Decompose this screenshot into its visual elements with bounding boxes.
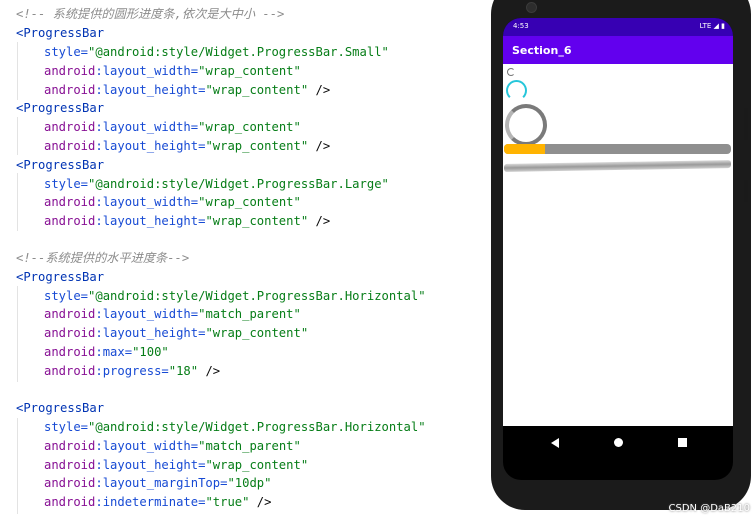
code-line: android:layout_height="wrap_content" /> bbox=[44, 214, 331, 228]
code-line: <ProgressBar bbox=[16, 101, 105, 115]
code-line: android:layout_width="wrap_content" bbox=[44, 195, 301, 209]
code-line: android:layout_height="wrap_content" bbox=[44, 458, 309, 472]
back-icon[interactable] bbox=[551, 438, 559, 448]
code-line: android:layout_height="wrap_content" /> bbox=[44, 139, 331, 153]
code-line: style="@android:style/Widget.ProgressBar… bbox=[44, 289, 426, 303]
code-line: <ProgressBar bbox=[16, 270, 105, 284]
indent-guide bbox=[17, 418, 18, 514]
progress-spinner-medium bbox=[506, 80, 527, 101]
progress-spinner-small bbox=[507, 68, 515, 76]
code-line: android:layout_width="wrap_content" bbox=[44, 120, 301, 134]
indent-guide bbox=[17, 117, 18, 155]
app-title: Section_6 bbox=[512, 44, 572, 57]
code-line: style="@android:style/Widget.ProgressBar… bbox=[44, 420, 426, 434]
recents-icon[interactable] bbox=[678, 438, 687, 447]
app-bar: Section_6 bbox=[503, 36, 733, 64]
status-icons: LTE ◢ ▮ bbox=[699, 22, 725, 30]
code-line: android:layout_width="wrap_content" bbox=[44, 64, 301, 78]
code-line: style="@android:style/Widget.ProgressBar… bbox=[44, 45, 389, 59]
code-line: android:layout_width="match_parent" bbox=[44, 307, 301, 321]
code-line: <ProgressBar bbox=[16, 26, 105, 40]
navigation-bar bbox=[503, 426, 733, 460]
horizontal-progress-fill bbox=[504, 144, 545, 154]
watermark: CSDN @DaB210 bbox=[668, 503, 750, 514]
code-line: android:layout_height="wrap_content" bbox=[44, 326, 309, 340]
code-editor: <!-- 系统提供的圆形进度条,依次是大中小 --> <ProgressBar … bbox=[0, 0, 488, 520]
code-line: style="@android:style/Widget.ProgressBar… bbox=[44, 177, 389, 191]
app-content bbox=[503, 64, 733, 426]
indent-guide bbox=[17, 173, 18, 231]
home-icon[interactable] bbox=[614, 438, 623, 447]
code-line: android:indeterminate="true" /> bbox=[44, 495, 272, 509]
code-line: android:layout_width="match_parent" bbox=[44, 439, 301, 453]
volume-button[interactable] bbox=[744, 108, 748, 140]
indent-guide bbox=[17, 286, 18, 382]
phone-screen: 4:53 LTE ◢ ▮ Section_6 bbox=[503, 18, 733, 480]
code-line: android:max="100" bbox=[44, 345, 169, 359]
horizontal-progress-bar bbox=[504, 144, 731, 154]
code-line: android:layout_marginTop="10dp" bbox=[44, 476, 272, 490]
code-comment: <!-- 系统提供的圆形进度条,依次是大中小 --> bbox=[16, 7, 285, 21]
indent-guide bbox=[17, 42, 18, 100]
indeterminate-progress-bar bbox=[504, 160, 731, 172]
camera-icon bbox=[526, 2, 537, 13]
phone-emulator: 4:53 LTE ◢ ▮ Section_6 bbox=[491, 0, 751, 510]
status-bar: 4:53 LTE ◢ ▮ bbox=[503, 18, 733, 36]
code-comment: <!--系统提供的水平进度条--> bbox=[16, 251, 190, 265]
status-time: 4:53 bbox=[513, 22, 529, 30]
code-line: <ProgressBar bbox=[16, 158, 105, 172]
code-line: <ProgressBar bbox=[16, 401, 105, 415]
code-line: android:progress="18" /> bbox=[44, 364, 221, 378]
power-button[interactable] bbox=[744, 180, 748, 202]
code-line: android:layout_height="wrap_content" /> bbox=[44, 83, 331, 97]
progress-spinner-large bbox=[505, 104, 547, 146]
